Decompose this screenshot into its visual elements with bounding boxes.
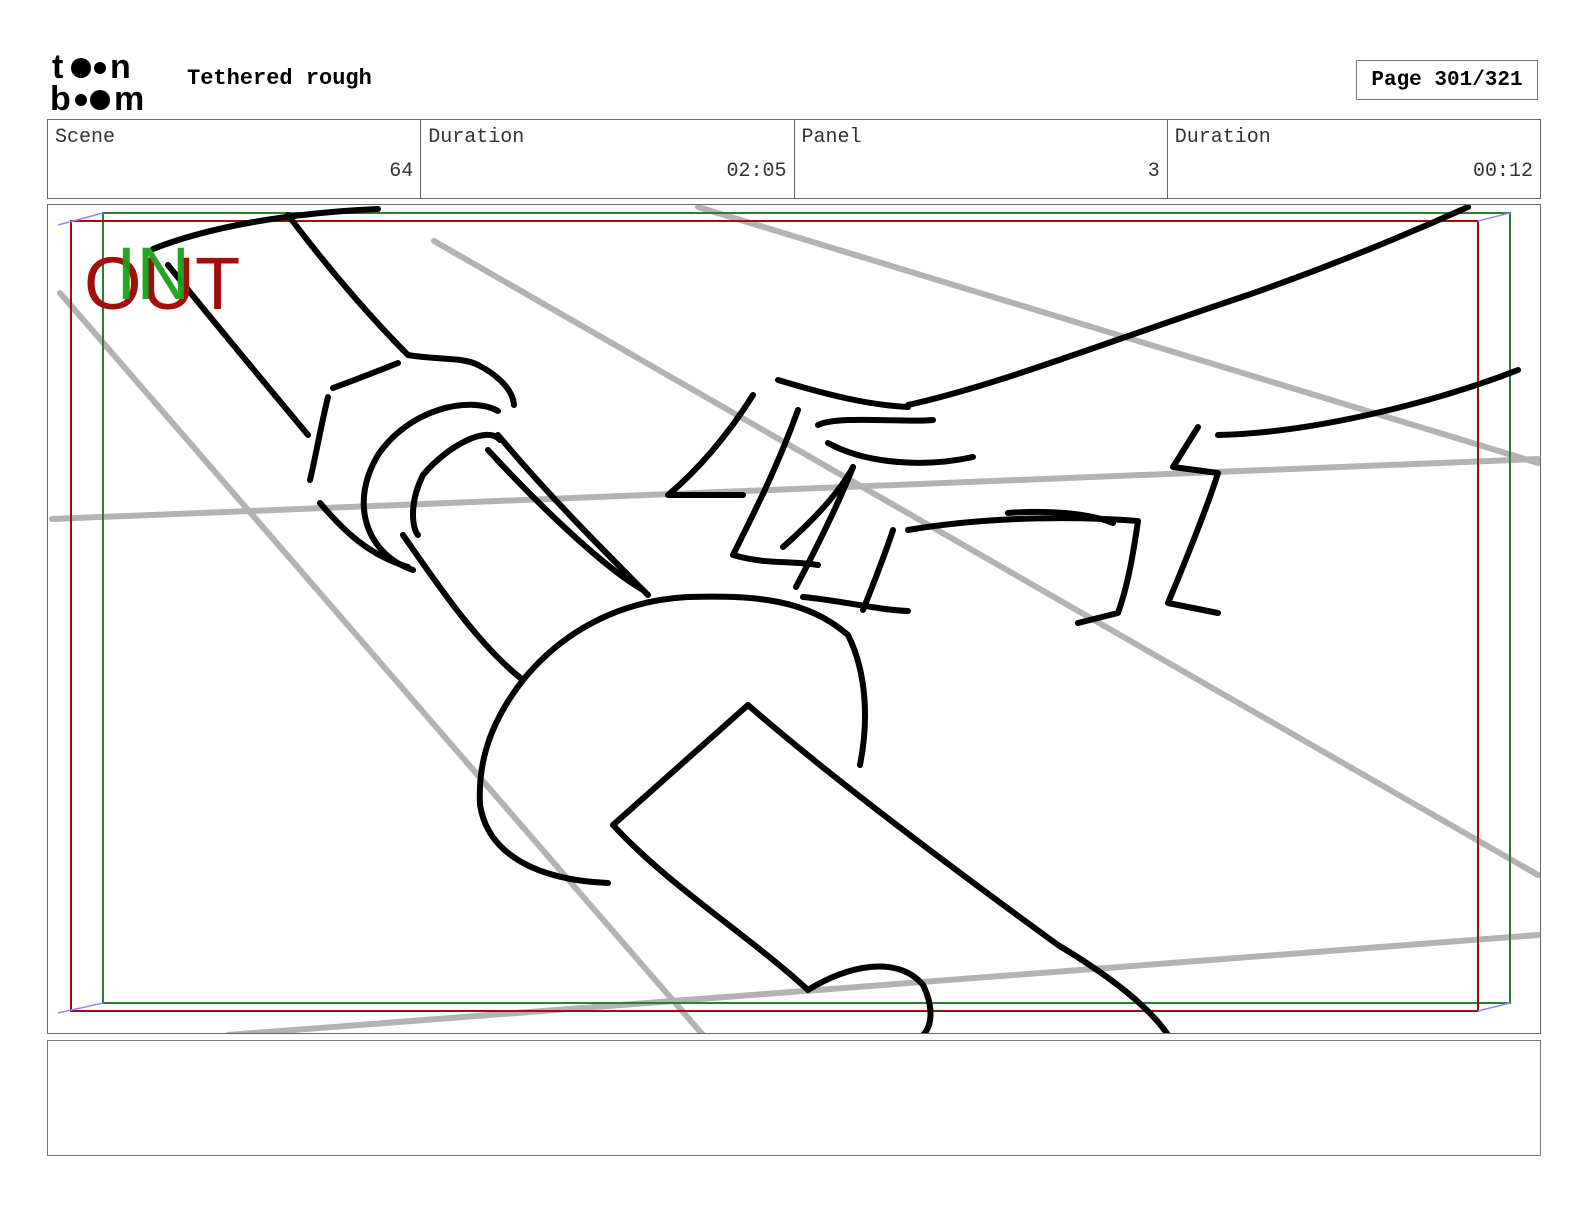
frame-corner-ticks bbox=[57, 212, 1511, 1014]
panel-label: Panel bbox=[801, 126, 862, 149]
panel-cell: Panel 3 bbox=[795, 120, 1168, 198]
scene-value: 64 bbox=[389, 160, 414, 183]
perspective-guides bbox=[49, 205, 1540, 1033]
scene-duration-label: Duration bbox=[428, 126, 525, 149]
panel-duration-cell: Duration 00:12 bbox=[1168, 120, 1540, 198]
in-label: IN bbox=[116, 232, 190, 315]
panel-value: 3 bbox=[1147, 160, 1160, 183]
project-title: Tethered rough bbox=[187, 66, 372, 91]
panel-sketch bbox=[49, 205, 1540, 1033]
scene-cell: Scene 64 bbox=[48, 120, 422, 198]
scene-duration-value: 02:05 bbox=[726, 160, 787, 183]
out-frame bbox=[70, 220, 1479, 1012]
panel-duration-value: 00:12 bbox=[1472, 160, 1533, 183]
scene-label: Scene bbox=[55, 126, 116, 149]
sketch-strokes bbox=[150, 205, 1521, 1033]
svg-text:m: m bbox=[114, 80, 144, 114]
toon-boom-logo: t n b m bbox=[50, 50, 144, 114]
page-indicator: Page 301/321 bbox=[1356, 60, 1538, 100]
scene-info-row: Scene 64 Duration 02:05 Panel 3 Duration… bbox=[47, 119, 1541, 199]
panel-notes bbox=[47, 1040, 1541, 1156]
storyboard-panel: OUT IN bbox=[47, 204, 1541, 1034]
panel-duration-label: Duration bbox=[1174, 126, 1271, 149]
scene-duration-cell: Duration 02:05 bbox=[421, 120, 795, 198]
svg-text:b: b bbox=[50, 80, 71, 114]
